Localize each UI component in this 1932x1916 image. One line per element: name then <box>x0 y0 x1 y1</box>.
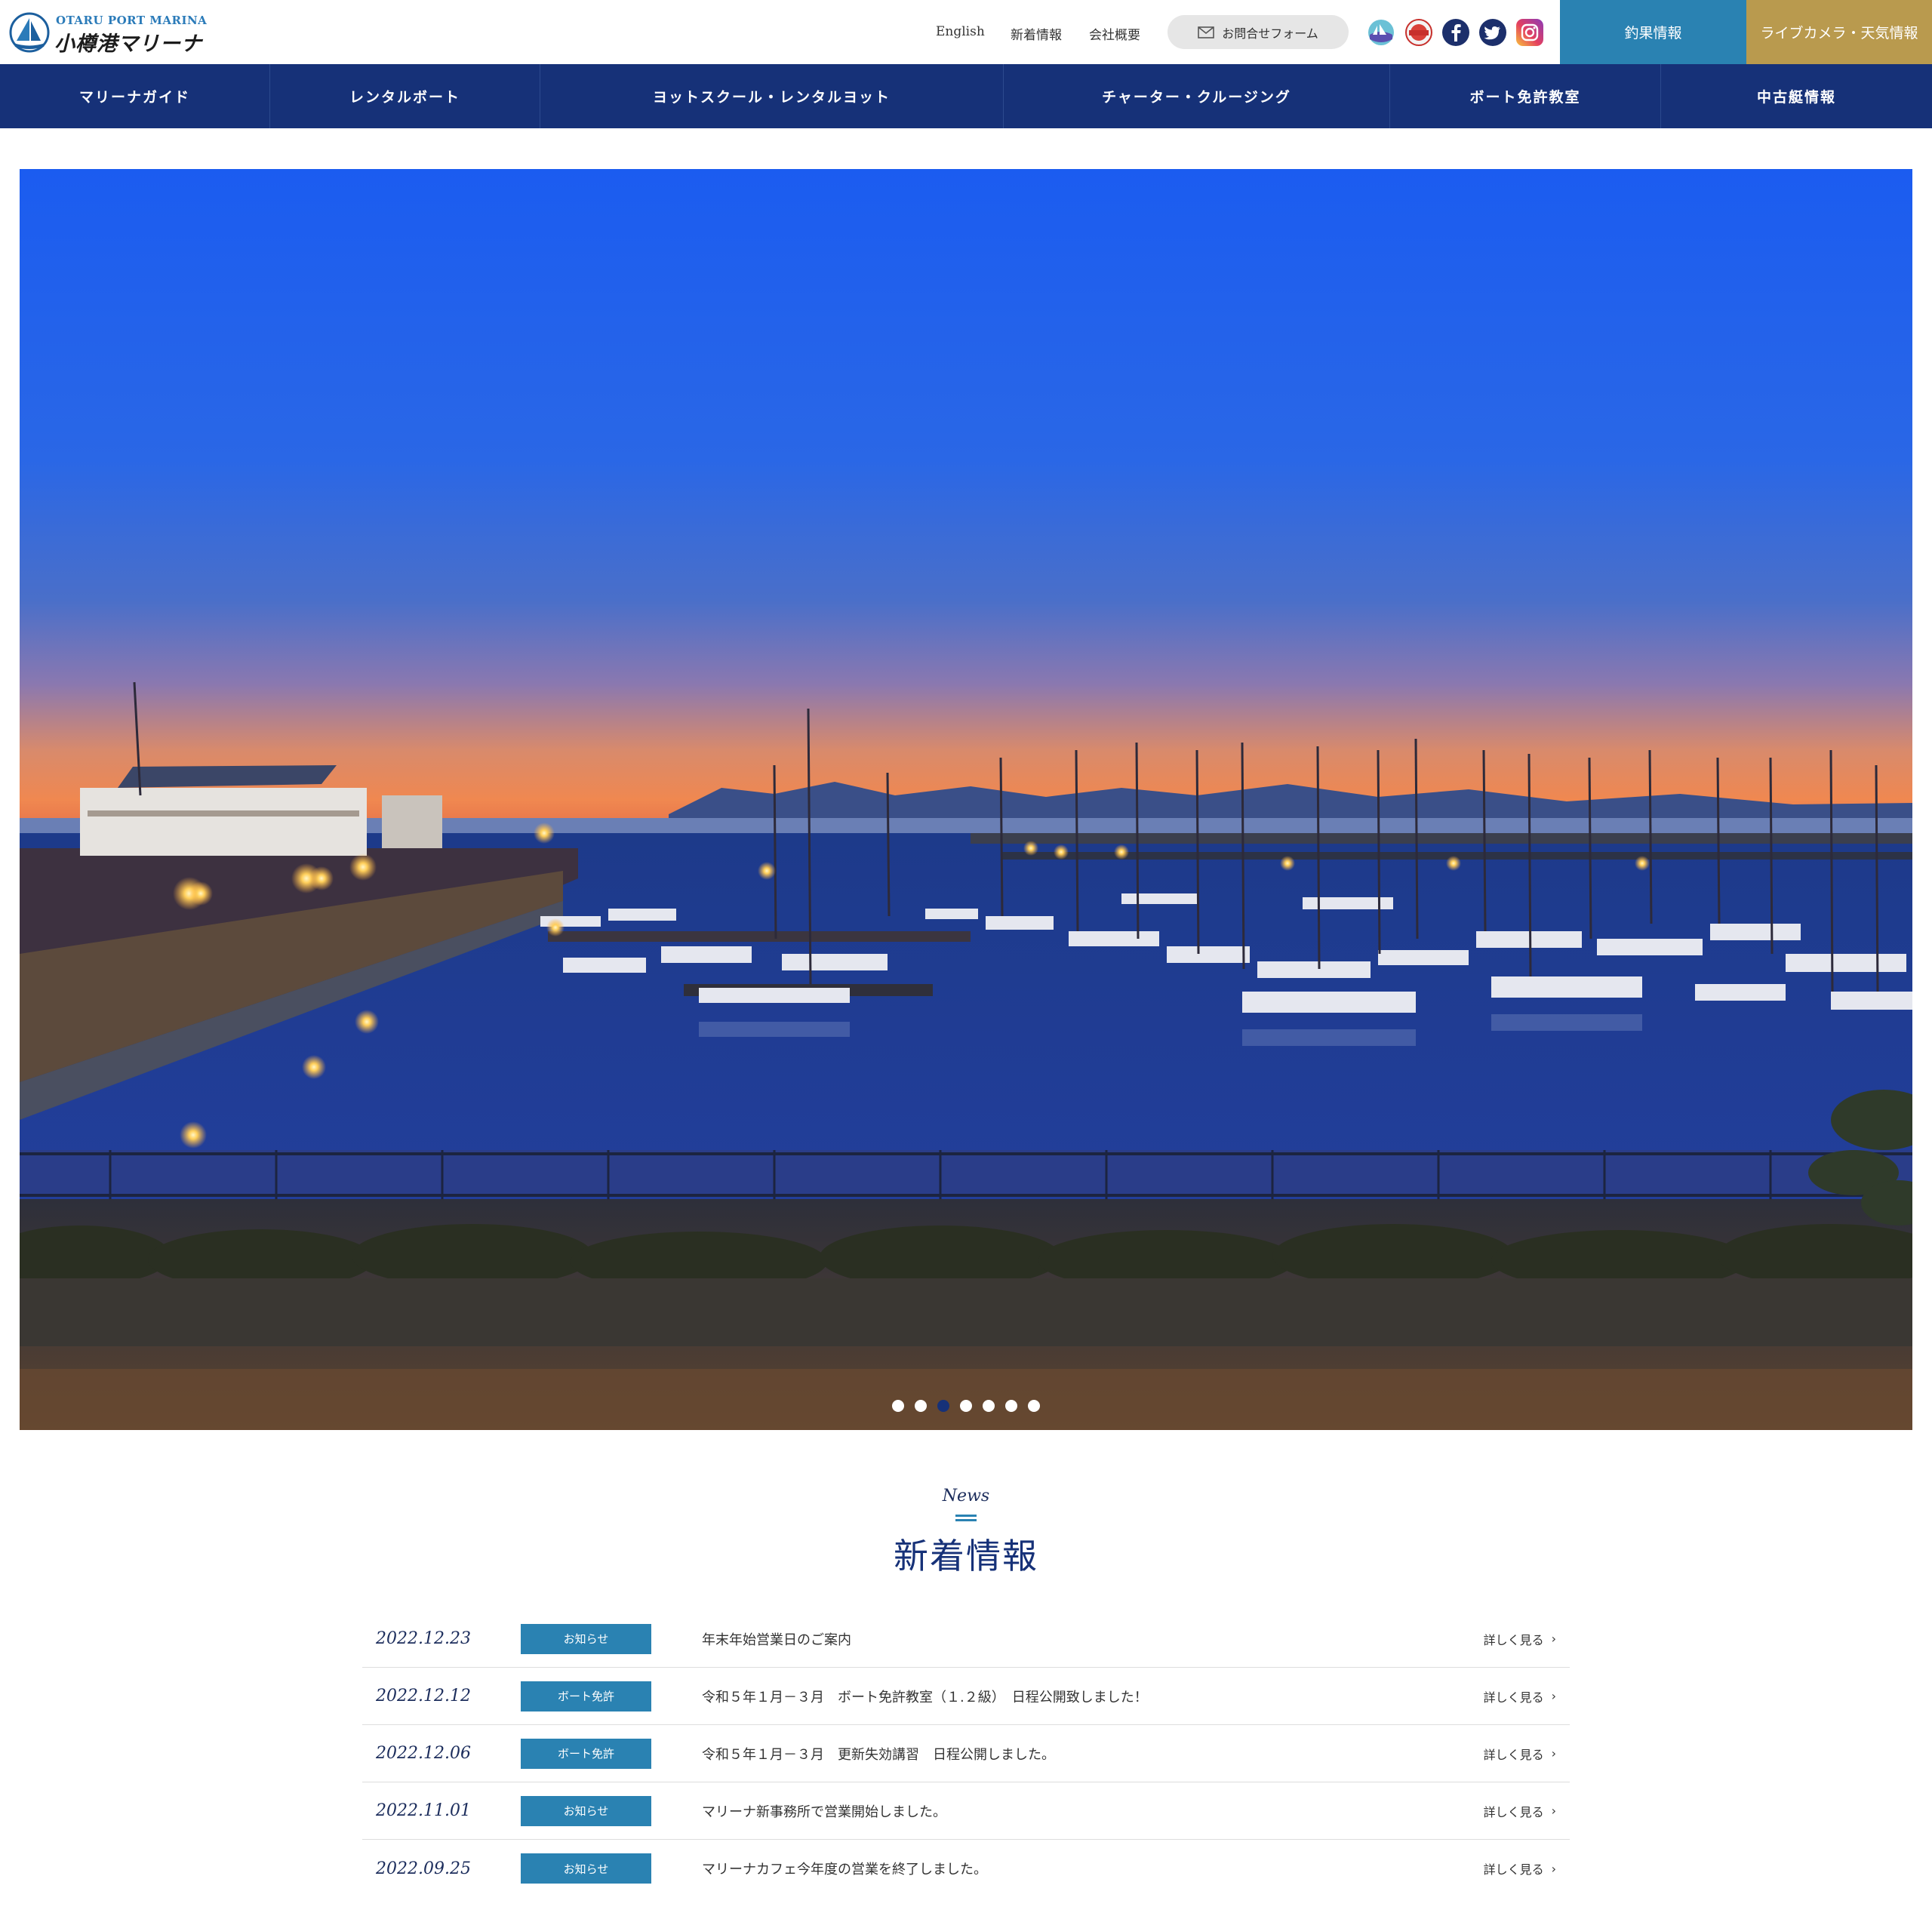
instagram-icon[interactable] <box>1515 18 1544 47</box>
news-item[interactable]: 2022.12.23 お知らせ 年末年始営業日のご案内 詳しく見る › <box>362 1610 1570 1668</box>
main-nav: マリーナガイド レンタルボート ヨットスクール・レンタルヨット チャーター・クル… <box>0 64 1932 128</box>
slider-dot-active[interactable] <box>937 1400 949 1412</box>
news-item[interactable]: 2022.11.01 お知らせ マリーナ新事務所で営業開始しました。 詳しく見る… <box>362 1782 1570 1840</box>
read-more-link[interactable]: 詳しく見る › <box>1484 1687 1556 1705</box>
chevron-right-icon: › <box>1551 1861 1556 1876</box>
nav-item-charter-cruising[interactable]: チャーター・クルージング <box>1004 64 1390 128</box>
slider-dot[interactable] <box>892 1400 904 1412</box>
news-headline[interactable]: 令和５年１月－３月 更新失効講習 日程公開しました。 <box>702 1744 1055 1764</box>
hero-slider[interactable] <box>20 169 1912 1430</box>
twitter-icon[interactable] <box>1478 18 1507 47</box>
news-divider <box>955 1515 977 1521</box>
marina-sunset-photo <box>20 169 1912 1430</box>
company-link[interactable]: 会社概要 <box>1089 24 1140 43</box>
nav-item-boat-license[interactable]: ボート免許教室 <box>1390 64 1661 128</box>
read-more-link[interactable]: 詳しく見る › <box>1484 1802 1556 1820</box>
news-date: 2022.12.12 <box>376 1687 471 1705</box>
news-label-en: News <box>942 1487 990 1505</box>
nav-item-marina-guide[interactable]: マリーナガイド <box>0 64 270 128</box>
site-header: OTARU PORT MARINA 小樽港マリーナ English 新着情報 会… <box>0 0 1932 64</box>
seal-logo-icon[interactable] <box>1404 18 1433 47</box>
read-more-link[interactable]: 詳しく見る › <box>1484 1859 1556 1878</box>
chevron-right-icon: › <box>1551 1804 1556 1818</box>
read-more-link[interactable]: 詳しく見る › <box>1484 1745 1556 1763</box>
read-more-link[interactable]: 詳しく見る › <box>1484 1630 1556 1648</box>
news-category-badge: お知らせ <box>521 1853 651 1884</box>
sailboat-logo-icon <box>9 12 50 53</box>
news-list: 2022.12.23 お知らせ 年末年始営業日のご案内 詳しく見る › 2022.… <box>362 1610 1570 1897</box>
chevron-right-icon: › <box>1551 1689 1556 1703</box>
news-category-badge: お知らせ <box>521 1623 651 1654</box>
nav-item-rental-boat[interactable]: レンタルボート <box>270 64 540 128</box>
slider-dot[interactable] <box>1028 1400 1040 1412</box>
news-headline[interactable]: 令和５年１月－３月 ボート免許教室（１.２級） 日程公開致しました！ <box>702 1687 1148 1706</box>
news-date: 2022.09.25 <box>376 1859 471 1878</box>
slider-dot[interactable] <box>983 1400 995 1412</box>
read-more-label: 詳しく見る <box>1483 1690 1544 1705</box>
logo-text-en: OTARU PORT MARINA <box>56 14 208 27</box>
logo-text-jp: 小樽港マリーナ <box>54 32 202 56</box>
marina-emblem-icon[interactable] <box>1367 18 1395 47</box>
fishing-report-button[interactable]: 釣果情報 <box>1560 0 1746 64</box>
news-date: 2022.12.23 <box>376 1629 471 1648</box>
site-logo[interactable]: OTARU PORT MARINA 小樽港マリーナ <box>9 11 207 56</box>
facebook-icon[interactable] <box>1441 18 1470 47</box>
chevron-right-icon: › <box>1551 1632 1556 1646</box>
contact-form-label: お問合せフォーム <box>1222 26 1318 41</box>
news-category-badge: お知らせ <box>521 1795 651 1826</box>
news-title: 新着情報 <box>894 1536 1038 1576</box>
nav-item-used-boats[interactable]: 中古艇情報 <box>1661 64 1932 128</box>
news-category-badge: ボート免許 <box>521 1681 651 1711</box>
news-headline[interactable]: 年末年始営業日のご案内 <box>702 1629 851 1649</box>
news-item[interactable]: 2022.12.12 ボート免許 令和５年１月－３月 ボート免許教室（１.２級）… <box>362 1668 1570 1725</box>
read-more-label: 詳しく見る <box>1483 1747 1544 1762</box>
slider-dot[interactable] <box>915 1400 927 1412</box>
news-date: 2022.12.06 <box>376 1744 471 1763</box>
news-link[interactable]: 新着情報 <box>1011 24 1062 43</box>
english-link[interactable]: English <box>936 24 985 39</box>
news-item[interactable]: 2022.12.06 ボート免許 令和５年１月－３月 更新失効講習 日程公開しま… <box>362 1725 1570 1782</box>
news-date: 2022.11.01 <box>376 1801 471 1820</box>
slider-dot[interactable] <box>1005 1400 1017 1412</box>
chevron-right-icon: › <box>1551 1746 1556 1761</box>
read-more-label: 詳しく見る <box>1483 1632 1544 1647</box>
read-more-label: 詳しく見る <box>1483 1804 1544 1819</box>
nav-item-yacht-school[interactable]: ヨットスクール・レンタルヨット <box>540 64 1004 128</box>
slider-dot[interactable] <box>960 1400 972 1412</box>
news-headline[interactable]: マリーナ新事務所で営業開始しました。 <box>702 1801 946 1821</box>
contact-form-button[interactable]: お問合せフォーム <box>1168 15 1349 49</box>
read-more-label: 詳しく見る <box>1483 1862 1544 1877</box>
slider-pagination <box>20 1400 1912 1412</box>
live-camera-weather-button[interactable]: ライブカメラ・天気情報 <box>1746 0 1932 64</box>
news-item[interactable]: 2022.09.25 お知らせ マリーナカフェ今年度の営業を終了しました。 詳し… <box>362 1840 1570 1897</box>
news-heading: News 新着情報 <box>0 1487 1932 1579</box>
mail-icon <box>1198 26 1215 38</box>
news-category-badge: ボート免許 <box>521 1738 651 1769</box>
news-headline[interactable]: マリーナカフェ今年度の営業を終了しました。 <box>702 1859 987 1878</box>
